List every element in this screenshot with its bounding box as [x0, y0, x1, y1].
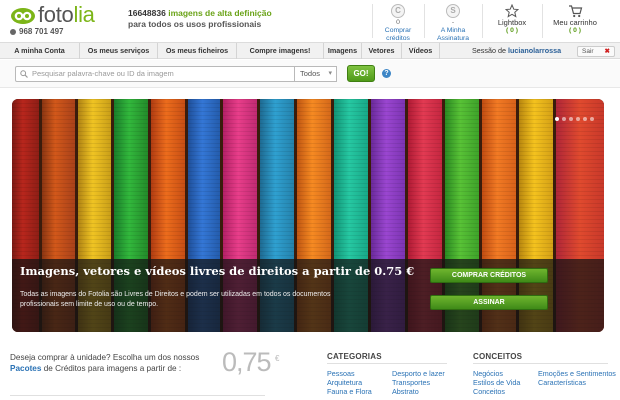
- help-icon[interactable]: ?: [382, 69, 391, 78]
- go-button[interactable]: GO!: [347, 65, 375, 82]
- packs-link[interactable]: Pacotes: [10, 364, 41, 373]
- slide-dot[interactable]: [576, 117, 580, 121]
- subscription-icon: S: [446, 4, 460, 18]
- slide-dot[interactable]: [562, 117, 566, 121]
- cart-icon: [568, 5, 582, 18]
- subscription-value: -: [451, 19, 455, 26]
- credits-icon: C: [391, 4, 405, 18]
- logo-text: fotolia: [38, 2, 95, 27]
- tab-my-account[interactable]: A minha Conta: [0, 43, 80, 59]
- subscribe-button[interactable]: ASSINAR: [430, 295, 548, 310]
- concept-link[interactable]: Emoções e Sentimentos: [538, 369, 616, 378]
- username-link[interactable]: lucianolarrossa: [508, 46, 561, 55]
- site-header: fotolia 968 701 497 16648836 imagens de …: [0, 0, 620, 42]
- logout-button[interactable]: Sair ✖: [577, 46, 615, 57]
- concept-link[interactable]: Negócios: [473, 369, 503, 378]
- divider: [10, 395, 265, 396]
- main-nav: A minha Conta Os meus serviços Os meus f…: [0, 42, 620, 59]
- price-value: 0,75: [222, 347, 272, 377]
- category-link[interactable]: Fauna e Flora: [327, 387, 372, 396]
- category-link[interactable]: Pessoas: [327, 369, 355, 378]
- phone-number: 968 701 497: [10, 27, 64, 36]
- claim-highlight: imagens de alta definição: [168, 8, 272, 18]
- lightbox-box[interactable]: Lightbox ( 0 ): [482, 4, 542, 35]
- price-currency: €: [275, 354, 280, 363]
- phone-icon: [10, 28, 16, 35]
- hero-banner[interactable]: Imagens, vetores e vídeos livres de dire…: [12, 99, 604, 332]
- buy-credits-button[interactable]: COMPRAR CRÉDITOS: [430, 268, 548, 283]
- concepts-heading: CONCEITOS: [473, 352, 523, 361]
- cart-box[interactable]: Meu carrinho ( 0 ): [542, 4, 608, 35]
- categories-heading: CATEGORIAS: [327, 352, 382, 361]
- category-link[interactable]: Arquitetura: [327, 378, 362, 387]
- session-info: Sessão de lucianolarrossa: [472, 46, 562, 55]
- tab-buy-images[interactable]: Compre imagens!: [237, 43, 324, 59]
- slide-indicator: [552, 108, 594, 126]
- category-link[interactable]: Abstrato: [392, 387, 419, 396]
- tab-vectors[interactable]: Vetores: [362, 43, 402, 59]
- cart-count: ( 0 ): [568, 27, 582, 34]
- header-claim: 16648836 imagens de alta definição para …: [128, 8, 272, 30]
- search-bar: Pesquisar palavra-chave ou ID da imagem …: [0, 60, 620, 88]
- buy-credits-link[interactable]: Comprar créditos: [383, 27, 413, 43]
- credits-box[interactable]: C 0 Comprar créditos: [372, 4, 424, 43]
- search-input[interactable]: Pesquisar palavra-chave ou ID da imagem: [15, 66, 295, 82]
- category-link[interactable]: Transportes: [392, 378, 430, 387]
- lightbox-count: ( 0 ): [505, 27, 519, 34]
- subscription-box[interactable]: S - A Minha Assinatura: [424, 4, 482, 43]
- lightbox-label: Lightbox: [497, 18, 527, 27]
- cart-label: Meu carrinho: [553, 18, 597, 27]
- slide-dot[interactable]: [569, 117, 573, 121]
- hero-title: Imagens, vetores e vídeos livres de dire…: [20, 264, 415, 278]
- claim-line2: para todos os usos profissionais: [128, 19, 262, 29]
- close-icon: ✖: [604, 48, 610, 55]
- concept-link[interactable]: Estilos de Vida: [473, 378, 520, 387]
- fotolia-logo[interactable]: fotolia: [10, 2, 115, 28]
- logo-mark-icon: [11, 8, 35, 24]
- search-scope-select[interactable]: Todos ▾: [295, 66, 337, 82]
- divider: [327, 363, 447, 364]
- category-link[interactable]: Desporto e lazer: [392, 369, 445, 378]
- credits-value: 0: [396, 19, 400, 26]
- divider: [473, 363, 608, 364]
- my-subscription-link[interactable]: A Minha Assinatura: [434, 27, 472, 43]
- tab-images[interactable]: Imagens: [324, 43, 362, 59]
- slide-dot[interactable]: [555, 117, 559, 121]
- image-count: 16648836: [128, 8, 166, 18]
- concept-link[interactable]: Conceitos: [473, 387, 505, 396]
- slide-dot[interactable]: [590, 117, 594, 121]
- lightbox-star-icon: [505, 4, 519, 18]
- slide-dot[interactable]: [583, 117, 587, 121]
- tab-videos[interactable]: Vídeos: [402, 43, 440, 59]
- hero-description: Todas as imagens do Fotolia são Livres d…: [20, 291, 331, 308]
- search-icon: [20, 70, 28, 78]
- tab-my-files[interactable]: Os meus ficheiros: [158, 43, 237, 59]
- tab-my-services[interactable]: Os meus serviços: [80, 43, 158, 59]
- chevron-down-icon: ▾: [328, 70, 332, 77]
- credit-packs-promo: Deseja comprar à unidade? Escolha um dos…: [10, 353, 200, 373]
- concept-link[interactable]: Características: [538, 378, 608, 387]
